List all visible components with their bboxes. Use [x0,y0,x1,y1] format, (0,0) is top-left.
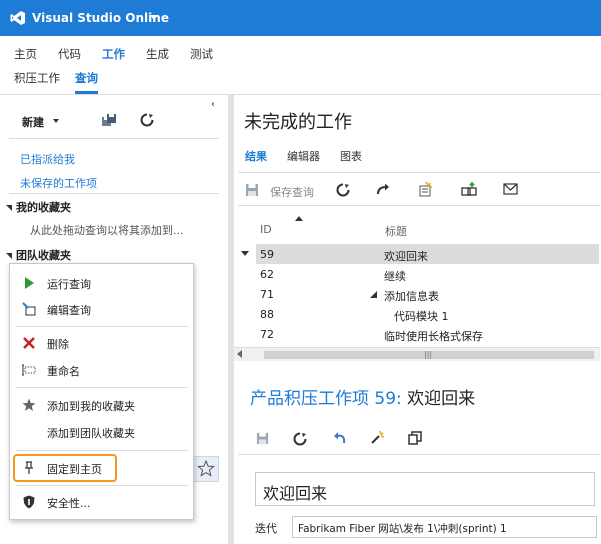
redo-arrow-icon[interactable] [376,182,390,196]
delete-icon [23,337,35,349]
edit-icon [22,302,36,316]
column-header-id[interactable]: ID [260,223,272,236]
nav-work[interactable]: 工作 [102,46,125,62]
horizontal-scrollbar[interactable]: ||| [234,347,600,361]
tab-results[interactable]: 结果 [245,148,267,164]
new-query-button[interactable]: 新建 [22,114,44,130]
work-item-title: 产品积压工作项 59: 欢迎回来 [250,389,476,409]
nav-build[interactable]: 生成 [146,46,169,62]
nav-backlog[interactable]: 积压工作 [14,70,60,94]
nav-home[interactable]: 主页 [14,46,37,62]
menu-pin-to-home[interactable]: 固定到主页 [10,456,193,480]
menu-add-to-my-favorites[interactable]: 添加到我的收藏夹 [10,393,193,417]
shield-icon [23,495,35,509]
scrollbar-grip-icon: ||| [424,350,433,359]
iteration-field[interactable]: Fabrikam Fiber 网站\发布 1\冲刺(sprint) 1 [292,516,597,538]
unsaved-work-items-link[interactable]: 未保存的工作项 [20,175,97,191]
menu-add-to-team-favorites[interactable]: 添加到团队收藏夹 [10,420,193,444]
menu-delete[interactable]: 删除 [10,331,193,355]
current-row-indicator-icon [241,251,249,256]
link-work-items-icon[interactable] [461,181,477,197]
menu-rename[interactable]: 重命名 [10,358,193,382]
query-tabs: 结果 编辑器 图表 [245,148,382,164]
team-favorites-header[interactable]: 团队收藏夹 [6,247,71,263]
pane-splitter[interactable] [228,95,234,544]
tab-charts[interactable]: 图表 [340,148,362,164]
new-dropdown-chevron-icon[interactable] [53,119,59,123]
nav-test[interactable]: 测试 [190,46,213,62]
menu-run-query[interactable]: 运行查询 [10,271,193,295]
rename-icon [22,364,36,376]
table-row[interactable]: 62 继续 [256,264,599,284]
column-header-title[interactable]: 标题 [385,223,407,239]
top-bar: Visual Studio Online [0,0,601,36]
star-outline-icon [197,459,215,477]
favorite-star-button[interactable] [193,456,219,482]
expanded-icon [6,253,12,259]
expanded-icon [6,205,12,211]
work-item-title-field[interactable]: 欢迎回来 [255,472,595,506]
vso-logo-icon [10,11,25,25]
tab-editor[interactable]: 编辑器 [287,148,320,164]
save-query-button[interactable]: 保存查询 [270,184,314,200]
primary-nav: 主页 代码 工作 生成 测试 [14,46,234,62]
refresh-icon[interactable] [336,183,350,197]
app-menu-chevron-icon[interactable] [150,15,158,20]
secondary-nav: 积压工作 查询 [14,70,113,94]
table-row[interactable]: 59 欢迎回来 [256,244,599,264]
sort-ascending-icon[interactable] [295,216,303,221]
iteration-label: 迭代 [255,522,277,535]
save-all-icon[interactable] [101,113,117,127]
nav-code[interactable]: 代码 [58,46,81,62]
save-query-icon[interactable] [245,183,259,197]
expand-collapse-icon[interactable] [370,291,377,298]
copy-icon[interactable] [408,431,422,445]
new-work-item-icon[interactable] [418,181,434,197]
collapse-pane-icon[interactable]: ‹ [211,99,215,110]
star-icon [22,398,36,411]
new-linked-item-icon[interactable] [370,430,385,445]
app-title[interactable]: Visual Studio Online [32,11,169,25]
scroll-left-icon[interactable] [237,350,242,358]
assigned-to-me-link[interactable]: 已指派给我 [20,151,75,167]
query-context-menu: 运行查询 编辑查询 删除 重命名 添加到我的收藏夹 添加到团队收藏夹 固定到主页… [9,263,194,520]
menu-edit-query[interactable]: 编辑查询 [10,297,193,321]
undo-icon[interactable] [333,431,347,445]
pin-icon [25,461,33,474]
my-favorites-header[interactable]: 我的收藏夹 [6,199,71,215]
table-row[interactable]: 72 临时使用长格式保存 [256,324,599,344]
query-title: 未完成的工作 [244,112,352,133]
email-icon[interactable] [503,183,518,195]
table-row[interactable]: 88 代码模块 1 [256,304,599,324]
refresh-icon[interactable] [140,113,154,127]
table-row[interactable]: 71 添加信息表 [256,284,599,304]
nav-queries[interactable]: 查询 [75,70,98,94]
save-icon[interactable] [256,432,269,445]
play-icon [25,277,34,289]
drag-hint: 从此处拖动查询以将其添加到... [30,224,184,237]
refresh-icon[interactable] [293,432,307,446]
menu-security[interactable]: 安全性... [10,490,193,514]
